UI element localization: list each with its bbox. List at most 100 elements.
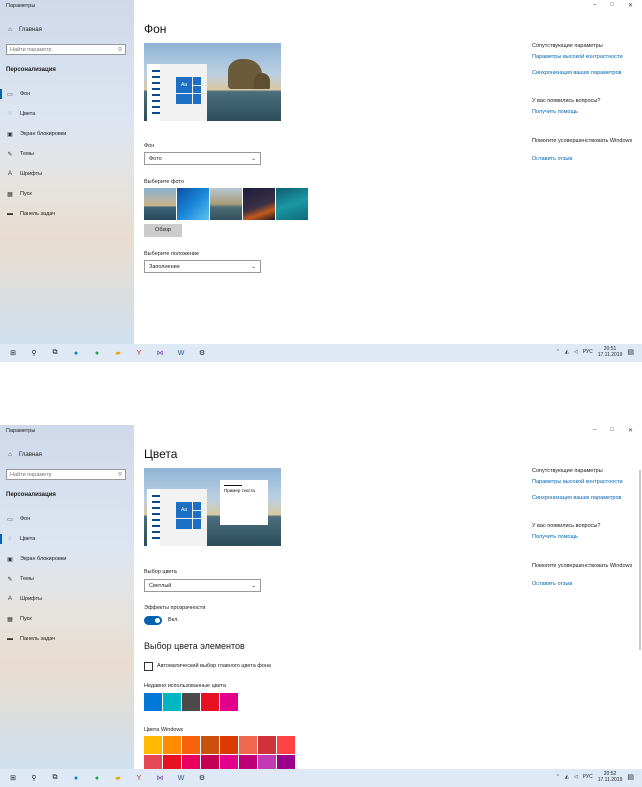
- high-contrast-link[interactable]: Параметры высокой контрастности: [532, 54, 637, 61]
- position-select[interactable]: Заполнение ⌄: [144, 260, 261, 273]
- visual-studio-icon[interactable]: ⋈: [152, 344, 168, 362]
- preview-tile: Aa: [176, 77, 192, 93]
- sidebar-item-fonts[interactable]: A Шрифты: [0, 592, 134, 606]
- maximize-button[interactable]: □: [610, 427, 614, 433]
- color-swatch[interactable]: [144, 736, 162, 754]
- color-swatch[interactable]: [220, 736, 238, 754]
- language-indicator[interactable]: РУС: [583, 349, 593, 355]
- notifications-icon[interactable]: ▤: [627, 348, 634, 356]
- color-swatch[interactable]: [258, 736, 276, 754]
- close-button[interactable]: ✕: [628, 427, 633, 434]
- colors-preview: Aa Пример текста: [144, 468, 281, 546]
- network-icon[interactable]: ◭: [565, 774, 569, 780]
- volume-icon[interactable]: ◁: [574, 774, 578, 780]
- settings-gear-icon[interactable]: ⚙: [194, 769, 210, 787]
- high-contrast-link[interactable]: Параметры высокой контрастности: [532, 479, 637, 486]
- scrollbar[interactable]: [639, 470, 641, 650]
- search-input[interactable]: Найти параметр ⚲: [6, 44, 126, 55]
- feedback-link[interactable]: Оставить отзыв: [532, 581, 637, 588]
- yandex-browser-icon[interactable]: Y: [131, 344, 147, 362]
- photo-thumb[interactable]: [243, 188, 275, 220]
- color-swatch[interactable]: [163, 693, 181, 711]
- clock[interactable]: 20:52 17.11.2019: [598, 771, 623, 783]
- chevron-up-icon[interactable]: ⌃: [556, 349, 560, 355]
- sidebar-item-lock-screen[interactable]: ▣ Экран блокировки: [0, 127, 134, 141]
- settings-window-colors: Параметры ⌂ Главная Найти параметр ⚲ Пер…: [0, 425, 642, 787]
- background-type-select[interactable]: Фото ⌄: [144, 152, 261, 165]
- sidebar-item-themes[interactable]: ✎ Темы: [0, 147, 134, 161]
- word-icon[interactable]: W: [173, 769, 189, 787]
- search-icon[interactable]: ⚲: [26, 344, 42, 362]
- color-swatch[interactable]: [277, 736, 295, 754]
- photo-thumb[interactable]: [210, 188, 242, 220]
- windows-start-icon[interactable]: ⊞: [5, 769, 21, 787]
- taskbar: ⊞ ⚲ ⧉ ● ● ▰ Y ⋈ W ⚙ ⌃ ◭ ◁ РУС 20:52 17.1…: [0, 769, 642, 787]
- clock[interactable]: 20:51 17.11.2019: [598, 346, 623, 358]
- sidebar-item-background[interactable]: ▭ Фон: [0, 87, 134, 101]
- sidebar-item-taskbar[interactable]: ▬ Панель задач: [0, 207, 134, 221]
- sidebar-item-label: Пуск: [20, 191, 32, 197]
- color-swatch[interactable]: [220, 693, 238, 711]
- brush-icon: ✎: [7, 151, 13, 158]
- search-icon[interactable]: ⚲: [26, 769, 42, 787]
- skype-icon[interactable]: ●: [68, 769, 84, 787]
- windows-start-icon[interactable]: ⊞: [5, 344, 21, 362]
- network-icon[interactable]: ◭: [565, 349, 569, 355]
- word-icon[interactable]: W: [173, 344, 189, 362]
- sidebar-item-colors[interactable]: ◌ Цвета: [0, 107, 134, 121]
- color-choice-select[interactable]: Светлый ⌄: [144, 579, 261, 592]
- whatsapp-icon[interactable]: ●: [89, 344, 105, 362]
- section-title: Персонализация: [6, 492, 56, 498]
- settings-gear-icon[interactable]: ⚙: [194, 344, 210, 362]
- notifications-icon[interactable]: ▤: [627, 773, 634, 781]
- color-swatch[interactable]: [144, 693, 162, 711]
- color-swatch[interactable]: [239, 736, 257, 754]
- file-explorer-icon[interactable]: ▰: [110, 769, 126, 787]
- sync-settings-link[interactable]: Синхронизация ваших параметров: [532, 495, 637, 502]
- sidebar: Параметры ⌂ Главная Найти параметр ⚲ Пер…: [0, 0, 134, 344]
- color-swatch[interactable]: [201, 693, 219, 711]
- browse-button[interactable]: Обзор: [144, 224, 182, 237]
- section-title: Персонализация: [6, 67, 56, 73]
- language-indicator[interactable]: РУС: [583, 774, 593, 780]
- home-link[interactable]: ⌂ Главная: [6, 452, 42, 458]
- visual-studio-icon[interactable]: ⋈: [152, 769, 168, 787]
- sidebar-item-themes[interactable]: ✎ Темы: [0, 572, 134, 586]
- color-swatch[interactable]: [201, 736, 219, 754]
- file-explorer-icon[interactable]: ▰: [110, 344, 126, 362]
- get-help-link[interactable]: Получить помощь: [532, 534, 637, 541]
- sidebar-item-fonts[interactable]: A Шрифты: [0, 167, 134, 181]
- sidebar-item-start[interactable]: ▦ Пуск: [0, 612, 134, 626]
- task-view-icon[interactable]: ⧉: [47, 769, 63, 787]
- color-swatch[interactable]: [163, 736, 181, 754]
- photo-thumb[interactable]: [276, 188, 308, 220]
- minimize-button[interactable]: –: [593, 2, 596, 8]
- auto-accent-checkbox[interactable]: [144, 662, 153, 671]
- sidebar-item-lock-screen[interactable]: ▣ Экран блокировки: [0, 552, 134, 566]
- skype-icon[interactable]: ●: [68, 344, 84, 362]
- color-swatch[interactable]: [182, 693, 200, 711]
- home-link[interactable]: ⌂ Главная: [6, 27, 42, 33]
- minimize-button[interactable]: –: [593, 427, 596, 433]
- chevron-up-icon[interactable]: ⌃: [556, 774, 560, 780]
- photo-thumb[interactable]: [144, 188, 176, 220]
- yandex-browser-icon[interactable]: Y: [131, 769, 147, 787]
- feedback-link[interactable]: Оставить отзыв: [532, 156, 637, 163]
- sidebar-item-start[interactable]: ▦ Пуск: [0, 187, 134, 201]
- task-view-icon[interactable]: ⧉: [47, 344, 63, 362]
- sidebar-item-taskbar[interactable]: ▬ Панель задач: [0, 632, 134, 646]
- sidebar-item-background[interactable]: ▭ Фон: [0, 512, 134, 526]
- close-button[interactable]: ✕: [628, 2, 633, 9]
- whatsapp-icon[interactable]: ●: [89, 769, 105, 787]
- sync-settings-link[interactable]: Синхронизация ваших параметров: [532, 70, 637, 77]
- maximize-button[interactable]: □: [610, 2, 614, 8]
- lock-screen-icon: ▣: [7, 556, 13, 563]
- sidebar-item-colors[interactable]: ◌ Цвета: [0, 532, 134, 546]
- get-help-link[interactable]: Получить помощь: [532, 109, 637, 116]
- color-swatch[interactable]: [182, 736, 200, 754]
- photo-thumb[interactable]: [177, 188, 209, 220]
- volume-icon[interactable]: ◁: [574, 349, 578, 355]
- transparency-toggle[interactable]: [144, 616, 162, 625]
- sample-text-card: [220, 480, 268, 525]
- search-input[interactable]: Найти параметр ⚲: [6, 469, 126, 480]
